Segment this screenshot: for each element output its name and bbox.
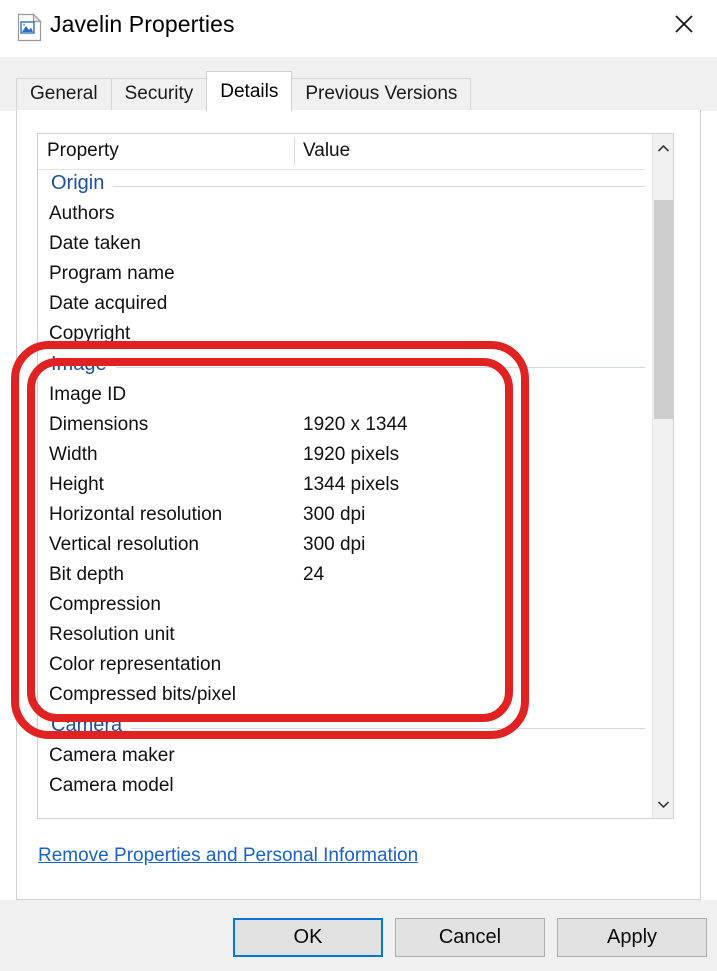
property-name: Compression — [49, 594, 161, 616]
property-name: Image ID — [49, 384, 126, 406]
table-row[interactable]: Color representation — [38, 652, 653, 682]
section-header-camera: Camera — [38, 712, 653, 743]
scrollbar-thumb[interactable] — [654, 200, 673, 419]
cancel-button[interactable]: Cancel — [395, 918, 545, 957]
section-header-origin: Origin — [38, 170, 653, 201]
property-name: Resolution unit — [49, 624, 175, 646]
property-name: Dimensions — [49, 414, 148, 436]
property-name: Horizontal resolution — [49, 504, 222, 526]
remove-properties-link[interactable]: Remove Properties and Personal Informati… — [38, 845, 418, 867]
table-row[interactable]: Resolution unit — [38, 622, 653, 652]
property-value: 1344 pixels — [303, 474, 399, 496]
tab-general[interactable]: General — [16, 78, 112, 111]
table-row[interactable]: Image ID — [38, 382, 653, 412]
table-row[interactable]: Date acquired — [38, 291, 653, 321]
property-name: Authors — [49, 203, 114, 225]
close-icon[interactable] — [657, 3, 711, 45]
tab-previous-versions[interactable]: Previous Versions — [291, 78, 471, 111]
table-row[interactable]: Width 1920 pixels — [38, 442, 653, 472]
property-name: Program name — [49, 263, 175, 285]
title-bar: Javelin Properties — [0, 0, 717, 57]
property-value: 24 — [303, 564, 324, 586]
property-name: Color representation — [49, 654, 221, 676]
property-value: 300 dpi — [303, 534, 365, 556]
property-name: Copyright — [49, 323, 130, 345]
table-row[interactable]: Bit depth 24 — [38, 562, 653, 592]
property-name: Width — [49, 444, 98, 466]
table-row[interactable]: Camera maker — [38, 743, 653, 773]
property-name: Camera maker — [49, 745, 175, 767]
table-row[interactable]: Program name — [38, 261, 653, 291]
image-file-icon — [17, 13, 42, 42]
section-label-image: Image — [51, 353, 116, 376]
property-name: Height — [49, 474, 104, 496]
property-value: 1920 x 1344 — [303, 414, 408, 436]
property-value: 1920 pixels — [303, 444, 399, 466]
tab-list: General Security Details Previous Versio… — [16, 71, 470, 111]
column-header-value: Value — [303, 140, 350, 162]
window-title: Javelin Properties — [50, 11, 235, 38]
property-value: 300 dpi — [303, 504, 365, 526]
tab-details[interactable]: Details — [206, 71, 292, 111]
section-label-camera: Camera — [51, 714, 131, 737]
table-row[interactable]: Camera model — [38, 773, 653, 803]
property-name: Compressed bits/pixel — [49, 684, 236, 706]
section-header-image: Image — [38, 351, 653, 382]
table-row[interactable]: Height 1344 pixels — [38, 472, 653, 502]
table-row[interactable]: Copyright — [38, 321, 653, 351]
property-list[interactable]: Property Value Origin Authors Date taken… — [37, 133, 674, 819]
table-row[interactable]: Horizontal resolution 300 dpi — [38, 502, 653, 532]
property-name: Date taken — [49, 233, 141, 255]
column-divider — [294, 137, 295, 165]
property-name: Bit depth — [49, 564, 124, 586]
table-row[interactable]: Compressed bits/pixel — [38, 682, 653, 712]
table-row[interactable]: Authors — [38, 201, 653, 231]
property-name: Date acquired — [49, 293, 167, 315]
chevron-up-icon[interactable] — [653, 136, 673, 160]
chevron-down-icon[interactable] — [653, 792, 673, 816]
section-rule — [51, 367, 645, 368]
vertical-scrollbar[interactable] — [652, 134, 673, 818]
apply-button[interactable]: Apply — [557, 918, 707, 957]
list-header-row: Property Value — [38, 134, 653, 170]
property-list-content: Property Value Origin Authors Date taken… — [38, 134, 653, 818]
table-row[interactable]: Date taken — [38, 231, 653, 261]
table-row[interactable]: Compression — [38, 592, 653, 622]
table-row[interactable]: Dimensions 1920 x 1344 — [38, 412, 653, 442]
section-label-origin: Origin — [51, 172, 113, 195]
property-name: Vertical resolution — [49, 534, 199, 556]
column-header-property: Property — [47, 140, 119, 162]
tab-security[interactable]: Security — [111, 78, 208, 111]
property-name: Camera model — [49, 775, 174, 797]
section-rule — [51, 728, 645, 729]
section-rule — [51, 186, 645, 187]
table-row[interactable]: Vertical resolution 300 dpi — [38, 532, 653, 562]
tab-strip: General Security Details Previous Versio… — [0, 57, 717, 111]
ok-button[interactable]: OK — [233, 918, 383, 957]
